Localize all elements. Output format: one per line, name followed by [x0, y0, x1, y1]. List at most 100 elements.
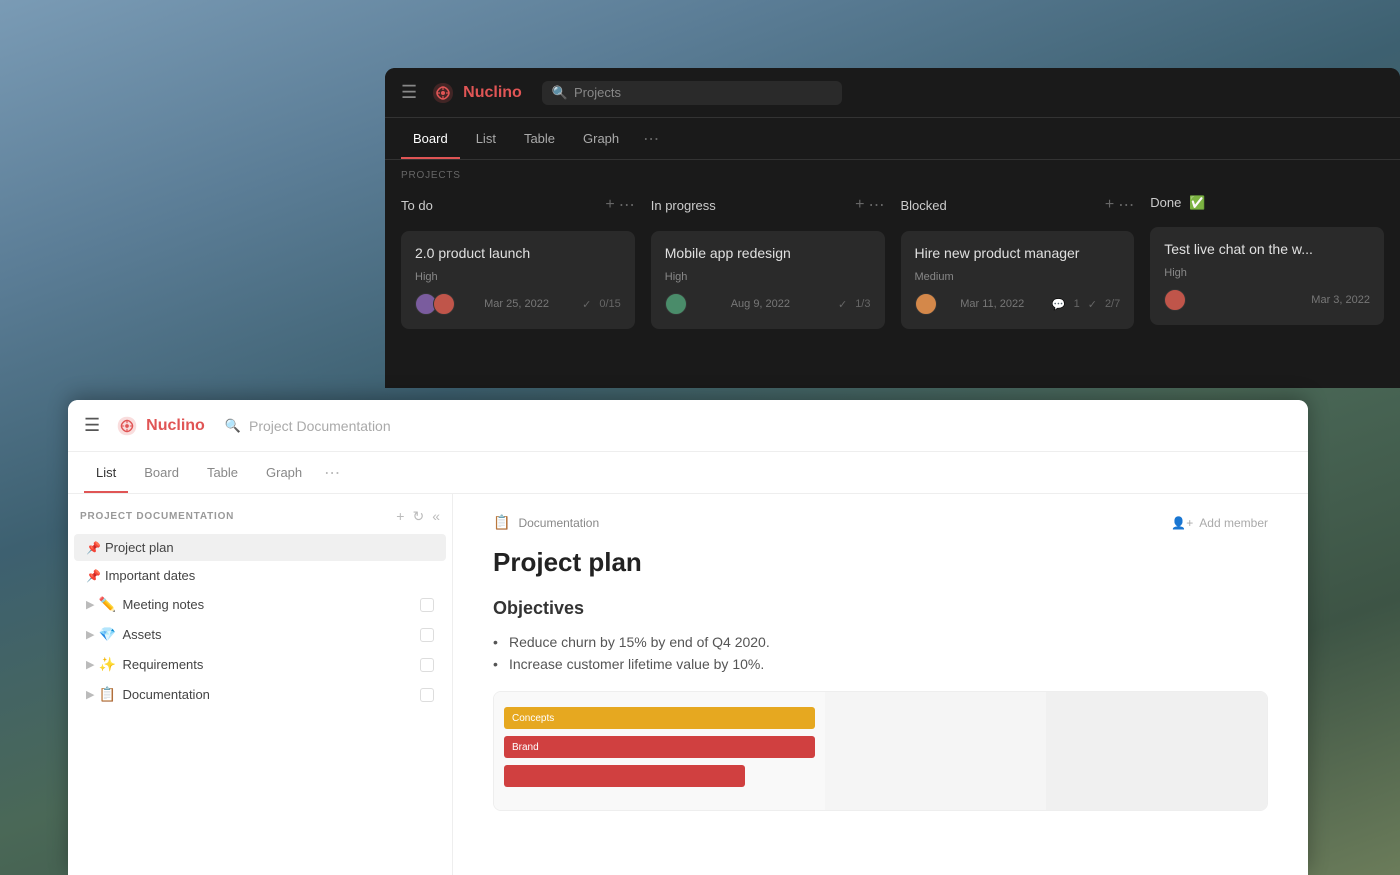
chart-section-left: Concepts Brand [494, 692, 825, 810]
card-progress-hire-pm: 2/7 [1105, 298, 1120, 310]
top-logo-text: Nuclino [463, 84, 522, 102]
kanban-inprogress-actions: + ⋯ [855, 195, 884, 215]
main-content: 📋 Documentation 👤+ Add member Project pl… [453, 494, 1308, 875]
bottom-tab-list[interactable]: List [84, 459, 128, 486]
top-search[interactable]: 🔍 Projects [542, 81, 842, 105]
emoji-assets: 💎 [98, 626, 114, 643]
chevron-meeting-notes: ▶ [86, 598, 94, 611]
sidebar-item-meeting-notes[interactable]: ▶ ✏️ Meeting notes [74, 590, 446, 619]
kanban-todo-add-icon[interactable]: + [605, 196, 614, 214]
sidebar-label-assets: Assets [122, 627, 420, 642]
bottom-tab-more-icon[interactable]: ⋯ [318, 459, 346, 487]
kanban-inprogress-more-icon[interactable]: ⋯ [869, 195, 885, 215]
sidebar-add-icon[interactable]: + [396, 508, 404, 525]
projects-panel: ☰ Nuclino 🔍 Projects Board List Table [385, 68, 1400, 388]
bottom-logo-text: Nuclino [146, 417, 205, 435]
sidebar-label-documentation: Documentation [122, 687, 420, 702]
sidebar-collapse-icon[interactable]: « [432, 508, 440, 525]
doc-section-title: Objectives [493, 598, 1268, 619]
kanban-inprogress-add-icon[interactable]: + [855, 196, 864, 214]
sidebar-item-project-plan[interactable]: 📌 Project plan [74, 534, 446, 561]
card-date-hire-pm: Mar 11, 2022 [960, 298, 1024, 310]
card-avatars-mobile-redesign [665, 293, 683, 315]
sidebar-label-meeting-notes: Meeting notes [122, 597, 420, 612]
breadcrumb: 📋 Documentation 👤+ Add member [493, 514, 1268, 531]
card-footer-mobile-redesign: Aug 9, 2022 ✓ 1/3 [665, 293, 871, 315]
sidebar-item-documentation[interactable]: ▶ 📋 Documentation [74, 680, 446, 709]
card-priority-test-livechat: High [1164, 267, 1370, 279]
kanban-todo-more-icon[interactable]: ⋯ [619, 195, 635, 215]
add-member-button[interactable]: 👤+ Add member [1171, 516, 1268, 530]
kanban-blocked-add-icon[interactable]: + [1105, 196, 1114, 214]
card-date-test-livechat: Mar 3, 2022 [1311, 294, 1370, 306]
emoji-requirements: ✨ [98, 656, 114, 673]
card-comments-hire-pm: 1 [1074, 298, 1080, 310]
bottom-search-icon: 🔍 [225, 418, 241, 434]
projects-section-label: PROJECTS [385, 160, 1400, 187]
tab-graph[interactable]: Graph [571, 125, 631, 152]
kanban-card-mobile-redesign[interactable]: Mobile app redesign High Aug 9, 2022 ✓ 1… [651, 231, 885, 329]
bottom-search[interactable]: 🔍 Project Documentation [225, 418, 1292, 434]
card-footer-product-launch: Mar 25, 2022 ✓ 0/15 [415, 293, 621, 315]
bottom-tab-board[interactable]: Board [132, 459, 191, 486]
checkbox-assets[interactable] [420, 628, 434, 642]
checkbox-meeting-notes[interactable] [420, 598, 434, 612]
kanban-board: To do + ⋯ 2.0 product launch High Mar 25… [385, 187, 1400, 329]
card-avatars-test-livechat [1164, 289, 1182, 311]
sidebar-section-actions: + ↻ « [396, 508, 440, 525]
checkbox-requirements[interactable] [420, 658, 434, 672]
project-doc-panel: ☰ Nuclino 🔍 Project Documentation List B… [68, 400, 1308, 875]
bottom-tab-table[interactable]: Table [195, 459, 250, 486]
emoji-documentation: 📋 [98, 686, 114, 703]
chart-bar-brand: Brand [504, 736, 815, 758]
kanban-blocked-more-icon[interactable]: ⋯ [1118, 195, 1134, 215]
chart-bar-concepts: Concepts [504, 707, 815, 729]
kanban-col-inprogress: In progress + ⋯ Mobile app redesign High… [651, 187, 885, 329]
chart-section-mid [825, 692, 1046, 810]
nuclino-logo-icon [429, 79, 457, 107]
kanban-done-title: Done ✅ [1150, 195, 1205, 211]
sidebar-item-assets[interactable]: ▶ 💎 Assets [74, 620, 446, 649]
card-title-hire-pm: Hire new product manager [915, 245, 1121, 261]
bullet-2: Increase customer lifetime value by 10%. [493, 653, 1268, 675]
sidebar-label-important-dates: Important dates [105, 568, 434, 583]
bottom-menu-icon[interactable]: ☰ [84, 415, 100, 436]
kanban-blocked-header: Blocked + ⋯ [901, 187, 1135, 223]
top-search-icon: 🔍 [552, 85, 568, 101]
kanban-todo-actions: + ⋯ [605, 195, 634, 215]
chevron-documentation: ▶ [86, 688, 94, 701]
sidebar-refresh-icon[interactable]: ↻ [412, 508, 424, 525]
card-meta-mobile-redesign: ✓ 1/3 [838, 298, 871, 311]
card-progress-icon-2: ✓ [838, 298, 847, 311]
card-meta-hire-pm: 💬 1 ✓ 2/7 [1052, 298, 1120, 311]
kanban-card-hire-pm[interactable]: Hire new product manager Medium Mar 11, … [901, 231, 1135, 329]
kanban-col-todo: To do + ⋯ 2.0 product launch High Mar 25… [401, 187, 635, 329]
sidebar-item-requirements[interactable]: ▶ ✨ Requirements [74, 650, 446, 679]
tab-board[interactable]: Board [401, 125, 460, 152]
breadcrumb-icon: 📋 [493, 514, 510, 531]
bottom-logo: Nuclino [114, 413, 205, 439]
tab-table[interactable]: Table [512, 125, 567, 152]
kanban-card-test-livechat[interactable]: Test live chat on the w... High Mar 3, 2… [1150, 227, 1384, 325]
kanban-col-blocked: Blocked + ⋯ Hire new product manager Med… [901, 187, 1135, 329]
checkbox-documentation[interactable] [420, 688, 434, 702]
card-priority-product-launch: High [415, 271, 621, 283]
chevron-assets: ▶ [86, 628, 94, 641]
top-logo: Nuclino [429, 79, 522, 107]
bottom-search-placeholder: Project Documentation [249, 418, 391, 434]
kanban-col-done: Done ✅ Test live chat on the w... High M… [1150, 187, 1384, 329]
menu-icon[interactable]: ☰ [401, 82, 417, 103]
kanban-inprogress-header: In progress + ⋯ [651, 187, 885, 223]
top-header: ☰ Nuclino 🔍 Projects [385, 68, 1400, 118]
bottom-tab-graph[interactable]: Graph [254, 459, 314, 486]
card-date-mobile-redesign: Aug 9, 2022 [731, 298, 790, 310]
tab-list[interactable]: List [464, 125, 508, 152]
kanban-card-product-launch[interactable]: 2.0 product launch High Mar 25, 2022 ✓ 0… [401, 231, 635, 329]
chevron-requirements: ▶ [86, 658, 94, 671]
chart-section-right [1046, 692, 1267, 810]
bullet-1: Reduce churn by 15% by end of Q4 2020. [493, 631, 1268, 653]
top-tab-more-icon[interactable]: ⋯ [635, 125, 667, 153]
sidebar-item-important-dates[interactable]: 📌 Important dates [74, 562, 446, 589]
chart-bar-other [504, 765, 745, 787]
avatar-5 [1164, 289, 1186, 311]
